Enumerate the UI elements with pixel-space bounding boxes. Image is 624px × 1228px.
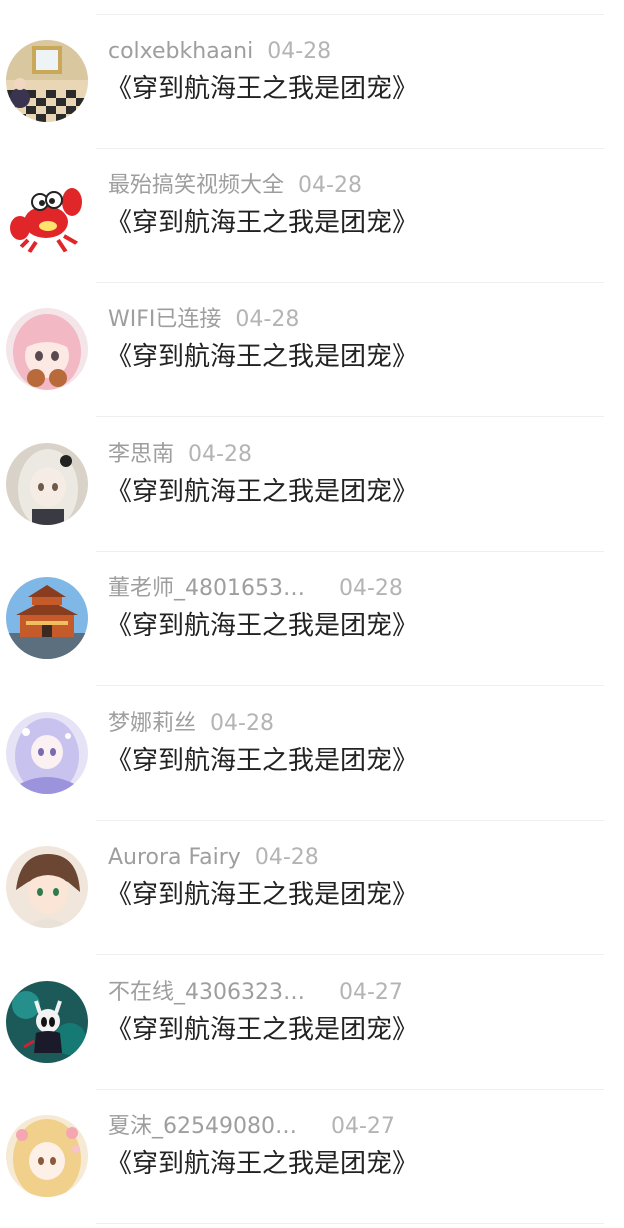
- comment-text: 《穿到航海王之我是团宠》: [106, 342, 419, 372]
- comment-text: 《穿到航海王之我是团宠》: [106, 611, 419, 641]
- comment-date: 04-27: [338, 980, 403, 1005]
- comment-item[interactable]: WIFI已连接 04-28 《穿到航海王之我是团宠》: [0, 305, 624, 442]
- divider: [96, 1223, 604, 1224]
- lavender-anime-girl-avatar-icon[interactable]: [6, 712, 88, 794]
- divider: [96, 685, 604, 686]
- divider: [96, 416, 604, 417]
- comment-meta: 最殆搞笑视频大全 04-28: [108, 171, 362, 201]
- comment-meta: colxebkhaani 04-28: [108, 37, 331, 67]
- divider: [96, 820, 604, 821]
- hollow-knight-avatar-icon[interactable]: [6, 981, 88, 1063]
- comment-item[interactable]: 最殆搞笑视频大全 04-28 《穿到航海王之我是团宠》: [0, 171, 624, 308]
- divider: [96, 1089, 604, 1090]
- username[interactable]: 夏沫_62549080…: [108, 1114, 297, 1139]
- comment-meta: 梦娜莉丝 04-28: [108, 709, 274, 739]
- username[interactable]: colxebkhaani: [108, 39, 253, 64]
- comment-date: 04-28: [188, 442, 252, 467]
- comment-text: 《穿到航海王之我是团宠》: [106, 880, 419, 910]
- comment-item[interactable]: colxebkhaani 04-28 《穿到航海王之我是团宠》: [0, 37, 624, 174]
- comment-text: 《穿到航海王之我是团宠》: [106, 477, 419, 507]
- username[interactable]: 最殆搞笑视频大全: [108, 173, 284, 198]
- comment-date: 04-28: [210, 711, 274, 736]
- comment-item[interactable]: Aurora Fairy 04-28 《穿到航海王之我是团宠》: [0, 843, 624, 980]
- divider: [96, 148, 604, 149]
- red-crab-avatar-icon[interactable]: [6, 174, 88, 256]
- comment-text: 《穿到航海王之我是团宠》: [106, 208, 419, 238]
- username[interactable]: 董老师_4801653…: [108, 576, 305, 601]
- comment-meta: WIFI已连接 04-28: [108, 305, 299, 335]
- comment-meta: Aurora Fairy 04-28: [108, 843, 319, 873]
- comment-date: 04-28: [298, 173, 362, 198]
- comment-date: 04-28: [267, 39, 332, 64]
- comment-text: 《穿到航海王之我是团宠》: [106, 74, 419, 104]
- comment-item[interactable]: 不在线_4306323… 04-27 《穿到航海王之我是团宠》: [0, 978, 624, 1115]
- comment-date: 04-28: [254, 845, 319, 870]
- divider: [96, 14, 604, 15]
- comment-meta: 夏沫_62549080… 04-27: [108, 1112, 395, 1142]
- comment-item[interactable]: 董老师_4801653… 04-28 《穿到航海王之我是团宠》: [0, 574, 624, 711]
- username[interactable]: WIFI已连接: [108, 307, 221, 332]
- comment-date: 04-28: [235, 307, 300, 332]
- comment-text: 《穿到航海王之我是团宠》: [106, 1149, 419, 1179]
- comment-meta: 李思南 04-28: [108, 440, 252, 470]
- comment-date: 04-27: [330, 1114, 395, 1139]
- comment-item[interactable]: 夏沫_62549080… 04-27 《穿到航海王之我是团宠》: [0, 1112, 624, 1228]
- divider: [96, 282, 604, 283]
- divider: [96, 954, 604, 955]
- comment-item[interactable]: 梦娜莉丝 04-28 《穿到航海王之我是团宠》: [0, 709, 624, 846]
- white-hair-anime-girl-avatar-icon[interactable]: [6, 443, 88, 525]
- comment-meta: 不在线_4306323… 04-27: [108, 978, 403, 1008]
- chessboard-room-avatar-icon[interactable]: [6, 40, 88, 122]
- username[interactable]: 李思南: [108, 442, 174, 467]
- username[interactable]: 梦娜莉丝: [108, 711, 196, 736]
- pink-anime-girl-avatar-icon[interactable]: [6, 308, 88, 390]
- bell-tower-avatar-icon[interactable]: [6, 577, 88, 659]
- comment-meta: 董老师_4801653… 04-28: [108, 574, 403, 604]
- divider: [96, 551, 604, 552]
- comment-list: colxebkhaani 04-28 《穿到航海王之我是团宠》 最殆搞笑视频大全 0…: [0, 0, 624, 1228]
- comment-text: 《穿到航海王之我是团宠》: [106, 1015, 419, 1045]
- username[interactable]: 不在线_4306323…: [108, 980, 305, 1005]
- blonde-anime-girl-avatar-icon[interactable]: [6, 1115, 88, 1197]
- comment-date: 04-28: [338, 576, 403, 601]
- comment-text: 《穿到航海王之我是团宠》: [106, 746, 419, 776]
- comment-item[interactable]: 李思南 04-28 《穿到航海王之我是团宠》: [0, 440, 624, 577]
- username[interactable]: Aurora Fairy: [108, 845, 241, 870]
- brown-hair-anime-boy-avatar-icon[interactable]: [6, 846, 88, 928]
